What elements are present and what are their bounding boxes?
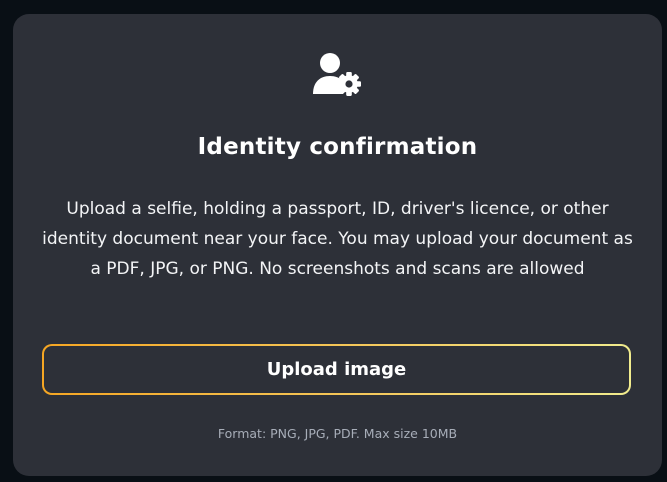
upload-image-button[interactable]: Upload image (42, 344, 631, 395)
identity-confirmation-card: Identity confirmation Upload a selfie, h… (13, 14, 662, 476)
page-title: Identity confirmation (197, 134, 478, 160)
format-note: Format: PNG, JPG, PDF. Max size 10MB (217, 426, 458, 441)
upload-image-button-label[interactable]: Upload image (44, 346, 629, 393)
user-gear-icon (311, 52, 365, 98)
instructions-text: Upload a selfie, holding a passport, ID,… (42, 199, 633, 279)
